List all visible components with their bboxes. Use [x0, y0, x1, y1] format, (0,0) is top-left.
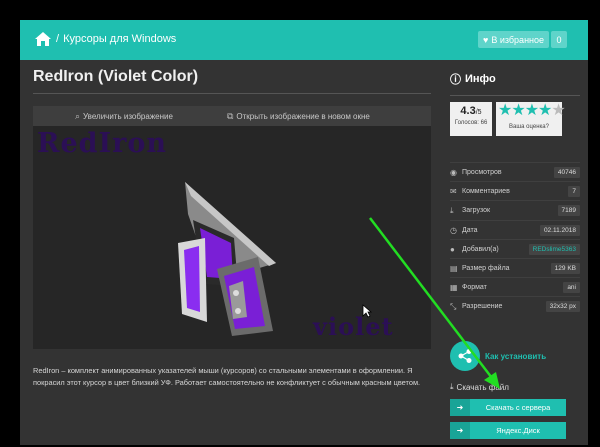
star-icon[interactable]: ★ [538, 102, 552, 119]
download-icon: ⤓ [450, 205, 454, 215]
stat-row: ▤ Размер файла 129 KB [450, 259, 580, 278]
user-icon: ● [450, 244, 455, 254]
mouse-pointer-icon [362, 304, 372, 318]
download-yandex-label: Яндекс.Диск [496, 426, 540, 435]
share-icon [450, 341, 480, 371]
stat-row: ◷ Дата 02.11.2018 [450, 221, 580, 240]
stat-label: Дата [462, 226, 478, 234]
stat-row: ● Добавил(а) REDslime5363 [450, 240, 580, 259]
info-icon: ⓘ [450, 74, 461, 86]
stat-value[interactable]: REDslime5363 [528, 243, 580, 255]
stat-value: ani [563, 282, 580, 294]
comments-icon: ✉ [450, 187, 457, 197]
stat-label: Загрузок [462, 207, 491, 215]
star-icon[interactable]: ★ [511, 102, 525, 119]
download-title: Скачать файл [456, 382, 509, 392]
stat-value: 129 KB [550, 263, 580, 274]
rating-votes: Голосов: 66 [454, 120, 488, 126]
favorites-count: 0 [551, 31, 567, 48]
file-icon: ▤ [450, 264, 458, 273]
format-icon: ▦ [450, 283, 458, 293]
breadcrumb: / Курсоры для Windows [34, 31, 176, 47]
download-server-button[interactable]: ➜ Скачать с сервера [450, 399, 566, 416]
your-rating-label: Ваша оценка? [509, 124, 549, 130]
how-to-install-label: Как установить [485, 351, 547, 361]
resize-icon: ⤡ [450, 301, 457, 311]
favorites-label: В избранное [491, 34, 545, 45]
stat-row: ▦ Формат ani [450, 278, 580, 297]
stars-row[interactable]: ★★★★★ [498, 102, 566, 120]
breadcrumb-link[interactable]: Курсоры для Windows [63, 33, 176, 45]
eye-icon: ◉ [450, 168, 457, 177]
stat-label: Просмотров [462, 169, 502, 176]
stat-value: 40746 [553, 167, 580, 178]
viewer-toolbar: ⌕ Увеличить изображение ⧉ Открыть изобра… [33, 106, 431, 126]
open-new-window-label: Открыть изображение в новом окне [236, 111, 370, 121]
star-icon[interactable]: ★ [551, 102, 565, 119]
home-icon[interactable] [34, 31, 52, 47]
title-divider [33, 93, 431, 94]
favorites-button[interactable]: ♥ В избранное [478, 31, 550, 48]
stat-label: Разрешение [462, 303, 503, 311]
stat-value: 7189 [557, 205, 580, 217]
info-title: Инфо [465, 73, 496, 85]
heart-icon: ♥ [483, 34, 489, 45]
download-yandex-button[interactable]: ➜ Яндекс.Диск [450, 422, 566, 439]
circle-arrow-icon: ➜ [450, 422, 470, 439]
enlarge-label: Увеличить изображение [83, 111, 173, 121]
stat-value: 02.11.2018 [539, 224, 580, 236]
stat-label: Добавил(а) [462, 245, 499, 253]
download-server-label: Скачать с сервера [485, 403, 551, 412]
rating-max: /5 [475, 109, 482, 116]
stat-label: Размер файла [462, 265, 510, 272]
stat-row: ⤡ Разрешение 32x32 px [450, 297, 580, 316]
clock-icon: ◷ [450, 225, 457, 235]
stat-row: ⤓ Загрузок 7189 [450, 201, 580, 220]
download-icon: ⤓ [450, 382, 454, 391]
how-to-install-link[interactable]: Как установить [450, 334, 580, 378]
description-text: RedIron – комплект анимированных указате… [33, 366, 421, 387]
stat-value: 7 [568, 186, 580, 198]
breadcrumb-separator: / [56, 33, 60, 45]
top-bar: / Курсоры для Windows ♥ В избранное 0 [20, 20, 588, 60]
rating-summary: 4.3/5 Голосов: 66 [450, 102, 492, 136]
circle-arrow-icon: ➜ [450, 399, 470, 416]
stat-row: ◉ Просмотров 40746 [450, 163, 580, 182]
zoom-icon: ⌕ [75, 110, 81, 121]
rating-stars[interactable]: ★★★★★ Ваша оценка? [496, 102, 566, 136]
open-new-window-link[interactable]: ⧉ Открыть изображение в новом окне [227, 111, 370, 122]
enlarge-image-link[interactable]: ⌕ Увеличить изображение [75, 111, 173, 122]
external-link-icon: ⧉ [226, 110, 234, 121]
stat-row: ✉ Комментариев 7 [450, 182, 580, 201]
star-icon[interactable]: ★ [525, 102, 539, 119]
star-icon[interactable]: ★ [498, 102, 512, 119]
stat-label: Комментариев [462, 188, 510, 196]
page-title: RedIron (Violet Color) [33, 68, 199, 85]
download-heading: ⤓ Скачать файл [450, 382, 509, 392]
stat-value: 32x32 px [545, 301, 580, 313]
browser-window: / Курсоры для Windows ♥ В избранное 0 Re… [20, 20, 588, 445]
rating-value: 4.3 [460, 105, 476, 117]
info-divider [450, 95, 580, 96]
info-heading: ⓘ Инфо [450, 71, 496, 87]
stat-label: Формат [462, 284, 487, 292]
